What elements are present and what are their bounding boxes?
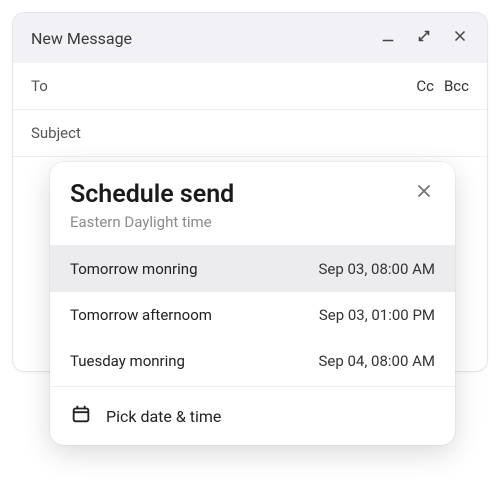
bcc-toggle[interactable]: Bcc	[444, 77, 469, 95]
expand-icon[interactable]	[415, 27, 433, 49]
schedule-option-time: Sep 03, 08:00 AM	[319, 260, 436, 278]
cc-bcc-toggles: Cc Bcc	[416, 77, 469, 95]
close-icon[interactable]	[451, 27, 469, 49]
subject-label: Subject	[31, 124, 81, 142]
to-label: To	[31, 77, 48, 95]
calendar-icon	[70, 403, 92, 429]
schedule-option-label: Tuesday monring	[70, 352, 185, 370]
schedule-option-0[interactable]: Tomorrow monring Sep 03, 08:00 AM	[50, 246, 455, 292]
subject-field-row[interactable]: Subject	[13, 110, 487, 157]
schedule-close-button[interactable]	[413, 180, 435, 206]
compose-title: New Message	[31, 29, 132, 48]
schedule-send-dialog: Schedule send Eastern Daylight time Tomo…	[50, 162, 455, 445]
schedule-option-time: Sep 04, 08:00 AM	[319, 352, 436, 370]
minimize-icon[interactable]	[379, 27, 397, 49]
schedule-option-label: Tomorrow afternoom	[70, 306, 212, 324]
pick-date-time-label: Pick date & time	[106, 407, 221, 426]
schedule-title: Schedule send	[70, 180, 234, 209]
pick-date-time-button[interactable]: Pick date & time	[50, 386, 455, 445]
compose-window-controls	[379, 27, 469, 49]
schedule-option-time: Sep 03, 01:00 PM	[319, 306, 435, 324]
schedule-header: Schedule send Eastern Daylight time	[50, 162, 455, 246]
cc-toggle[interactable]: Cc	[416, 77, 434, 95]
compose-header: New Message	[13, 13, 487, 63]
schedule-option-2[interactable]: Tuesday monring Sep 04, 08:00 AM	[50, 338, 455, 384]
schedule-option-1[interactable]: Tomorrow afternoom Sep 03, 01:00 PM	[50, 292, 455, 338]
schedule-timezone: Eastern Daylight time	[70, 213, 234, 231]
schedule-option-label: Tomorrow monring	[70, 260, 198, 278]
to-field-row[interactable]: To Cc Bcc	[13, 63, 487, 110]
